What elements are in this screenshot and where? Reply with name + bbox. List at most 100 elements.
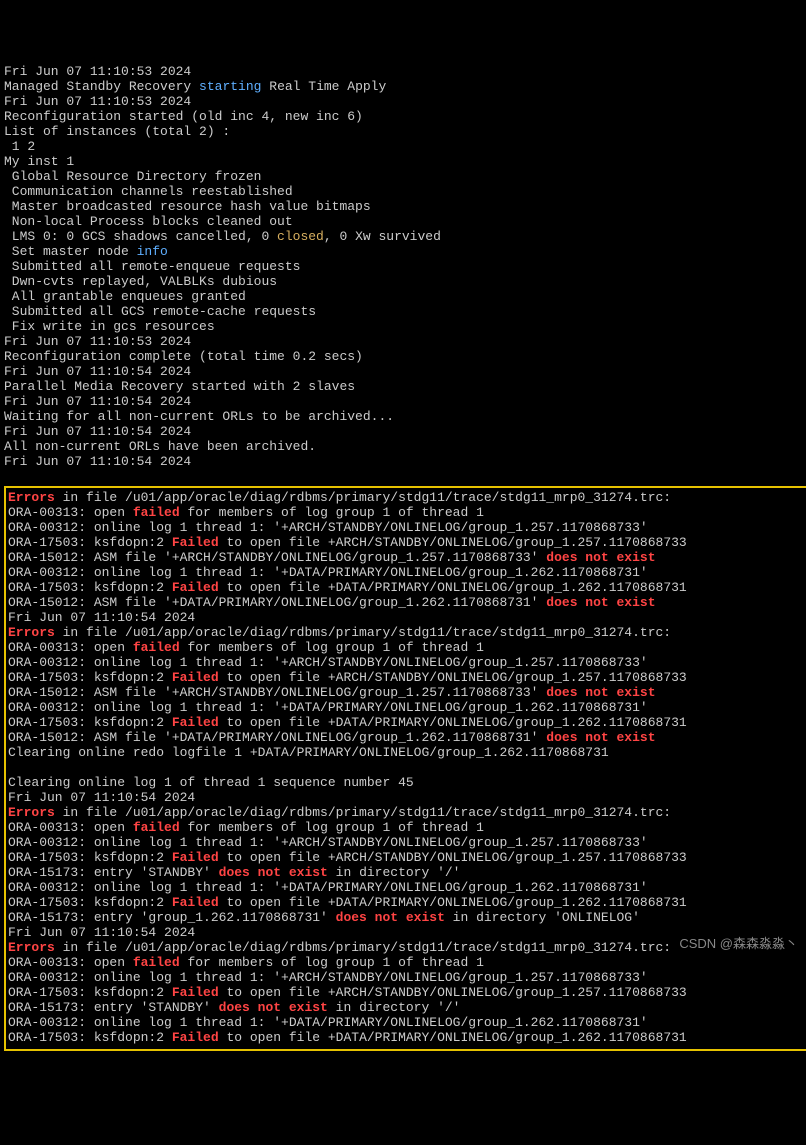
log-line: ORA-00312: online log 1 thread 1: '+ARCH… xyxy=(8,655,806,670)
log-segment: ORA-00312: online log 1 thread 1: '+DATA… xyxy=(8,880,648,895)
log-segment: LMS 0: 0 GCS shadows cancelled, 0 xyxy=(4,229,277,244)
log-segment: to open file +DATA/PRIMARY/ONLINELOG/gro… xyxy=(219,1030,687,1045)
log-segment: My inst 1 xyxy=(4,154,74,169)
log-segment: ORA-17503: ksfdopn:2 xyxy=(8,985,172,1000)
log-segment: ORA-00312: online log 1 thread 1: '+DATA… xyxy=(8,700,648,715)
watermark-text: CSDN @森森淼淼丶 xyxy=(679,936,798,951)
log-segment: ORA-15173: entry 'STANDBY' xyxy=(8,1000,219,1015)
log-line: ORA-00313: open failed for members of lo… xyxy=(8,640,806,655)
log-segment: in directory 'ONLINELOG' xyxy=(445,910,640,925)
log-segment: Failed xyxy=(172,985,219,1000)
log-header-block: Fri Jun 07 11:10:53 2024Managed Standby … xyxy=(4,64,806,469)
log-line: ORA-00312: online log 1 thread 1: '+DATA… xyxy=(8,1015,806,1030)
log-segment: does not exist xyxy=(219,1000,328,1015)
log-segment: Fix write in gcs resources xyxy=(4,319,215,334)
log-line: Global Resource Directory frozen xyxy=(4,169,806,184)
log-segment: Failed xyxy=(172,1030,219,1045)
log-segment: Master broadcasted resource hash value b… xyxy=(4,199,371,214)
log-line xyxy=(8,760,806,775)
log-line: ORA-15012: ASM file '+DATA/PRIMARY/ONLIN… xyxy=(8,595,806,610)
log-segment: for members of log group 1 of thread 1 xyxy=(180,955,484,970)
log-segment: ORA-15012: ASM file '+DATA/PRIMARY/ONLIN… xyxy=(8,595,546,610)
log-segment: closed xyxy=(277,229,324,244)
log-segment: ORA-00313: open xyxy=(8,955,133,970)
log-line: Clearing online log 1 of thread 1 sequen… xyxy=(8,775,806,790)
log-segment: failed xyxy=(133,955,180,970)
log-segment: info xyxy=(137,244,168,259)
log-segment: Failed xyxy=(172,670,219,685)
log-segment: does not exist xyxy=(546,550,655,565)
log-segment: for members of log group 1 of thread 1 xyxy=(180,505,484,520)
log-line: ORA-00312: online log 1 thread 1: '+ARCH… xyxy=(8,970,806,985)
log-line: Fri Jun 07 11:10:54 2024 xyxy=(8,790,806,805)
log-line: Errors in file /u01/app/oracle/diag/rdbm… xyxy=(8,625,806,640)
log-line: ORA-00312: online log 1 thread 1: '+DATA… xyxy=(8,880,806,895)
log-segment: Fri Jun 07 11:10:54 2024 xyxy=(4,424,191,439)
log-segment: Reconfiguration started (old inc 4, new … xyxy=(4,109,363,124)
log-segment: in file /u01/app/oracle/diag/rdbms/prima… xyxy=(55,805,671,820)
log-line: Submitted all remote-enqueue requests xyxy=(4,259,806,274)
log-segment: Fri Jun 07 11:10:54 2024 xyxy=(8,925,195,940)
log-line: Fri Jun 07 11:10:53 2024 xyxy=(4,334,806,349)
log-segment: ORA-00312: online log 1 thread 1: '+DATA… xyxy=(8,1015,648,1030)
log-segment: Submitted all remote-enqueue requests xyxy=(4,259,300,274)
log-segment: Communication channels reestablished xyxy=(4,184,293,199)
log-segment: ORA-15012: ASM file '+ARCH/STANDBY/ONLIN… xyxy=(8,550,546,565)
log-segment: Dwn-cvts replayed, VALBLKs dubious xyxy=(4,274,277,289)
log-segment: ORA-00312: online log 1 thread 1: '+ARCH… xyxy=(8,835,648,850)
log-line: ORA-00313: open failed for members of lo… xyxy=(8,820,806,835)
log-line: All non-current ORLs have been archived. xyxy=(4,439,806,454)
log-segment: in file /u01/app/oracle/diag/rdbms/prima… xyxy=(55,940,671,955)
log-segment: Errors xyxy=(8,625,55,640)
log-segment: Fri Jun 07 11:10:54 2024 xyxy=(4,364,191,379)
log-segment: in file /u01/app/oracle/diag/rdbms/prima… xyxy=(55,490,671,505)
log-segment: ORA-17503: ksfdopn:2 xyxy=(8,580,172,595)
log-segment: ORA-00313: open xyxy=(8,820,133,835)
log-line: Errors in file /u01/app/oracle/diag/rdbm… xyxy=(8,805,806,820)
log-line: Dwn-cvts replayed, VALBLKs dubious xyxy=(4,274,806,289)
log-line: ORA-15012: ASM file '+ARCH/STANDBY/ONLIN… xyxy=(8,550,806,565)
log-line: Communication channels reestablished xyxy=(4,184,806,199)
log-segment: 1 2 xyxy=(4,139,35,154)
log-segment: Reconfiguration complete (total time 0.2… xyxy=(4,349,363,364)
log-line: ORA-00312: online log 1 thread 1: '+DATA… xyxy=(8,565,806,580)
log-segment: Fri Jun 07 11:10:54 2024 xyxy=(4,454,191,469)
log-line: Parallel Media Recovery started with 2 s… xyxy=(4,379,806,394)
log-line: ORA-15173: entry 'STANDBY' does not exis… xyxy=(8,1000,806,1015)
log-segment: ORA-00312: online log 1 thread 1: '+ARCH… xyxy=(8,655,648,670)
log-line: ORA-17503: ksfdopn:2 Failed to open file… xyxy=(8,895,806,910)
log-segment: ORA-17503: ksfdopn:2 xyxy=(8,895,172,910)
log-segment: Global Resource Directory frozen xyxy=(4,169,261,184)
log-line: Fri Jun 07 11:10:54 2024 xyxy=(4,454,806,469)
log-segment: ORA-00313: open xyxy=(8,505,133,520)
log-line: Set master node info xyxy=(4,244,806,259)
log-segment: Fri Jun 07 11:10:54 2024 xyxy=(4,394,191,409)
log-line: ORA-15012: ASM file '+DATA/PRIMARY/ONLIN… xyxy=(8,730,806,745)
log-line: Fri Jun 07 11:10:53 2024 xyxy=(4,94,806,109)
log-line: ORA-00312: online log 1 thread 1: '+DATA… xyxy=(8,700,806,715)
log-line: ORA-15173: entry 'STANDBY' does not exis… xyxy=(8,865,806,880)
log-line: ORA-17503: ksfdopn:2 Failed to open file… xyxy=(8,1030,806,1045)
log-line: Fri Jun 07 11:10:54 2024 xyxy=(4,424,806,439)
log-line: Waiting for all non-current ORLs to be a… xyxy=(4,409,806,424)
log-line: Fri Jun 07 11:10:54 2024 xyxy=(4,394,806,409)
log-segment: Failed xyxy=(172,850,219,865)
log-segment: Failed xyxy=(172,715,219,730)
log-segment: to open file +DATA/PRIMARY/ONLINELOG/gro… xyxy=(219,580,687,595)
log-segment: to open file +DATA/PRIMARY/ONLINELOG/gro… xyxy=(219,715,687,730)
log-segment: ORA-17503: ksfdopn:2 xyxy=(8,850,172,865)
log-segment: does not exist xyxy=(336,910,445,925)
log-segment: Clearing online redo logfile 1 +DATA/PRI… xyxy=(8,745,609,760)
log-segment: Failed xyxy=(172,535,219,550)
log-line: Fix write in gcs resources xyxy=(4,319,806,334)
log-line: ORA-17503: ksfdopn:2 Failed to open file… xyxy=(8,670,806,685)
log-line: LMS 0: 0 GCS shadows cancelled, 0 closed… xyxy=(4,229,806,244)
log-segment: failed xyxy=(133,640,180,655)
log-line: Clearing online redo logfile 1 +DATA/PRI… xyxy=(8,745,806,760)
log-segment: Real Time Apply xyxy=(261,79,386,94)
log-line: ORA-17503: ksfdopn:2 Failed to open file… xyxy=(8,580,806,595)
log-segment: ORA-17503: ksfdopn:2 xyxy=(8,1030,172,1045)
log-line: Errors in file /u01/app/oracle/diag/rdbm… xyxy=(8,490,806,505)
log-segment: does not exist xyxy=(219,865,328,880)
log-line: ORA-00312: online log 1 thread 1: '+ARCH… xyxy=(8,520,806,535)
